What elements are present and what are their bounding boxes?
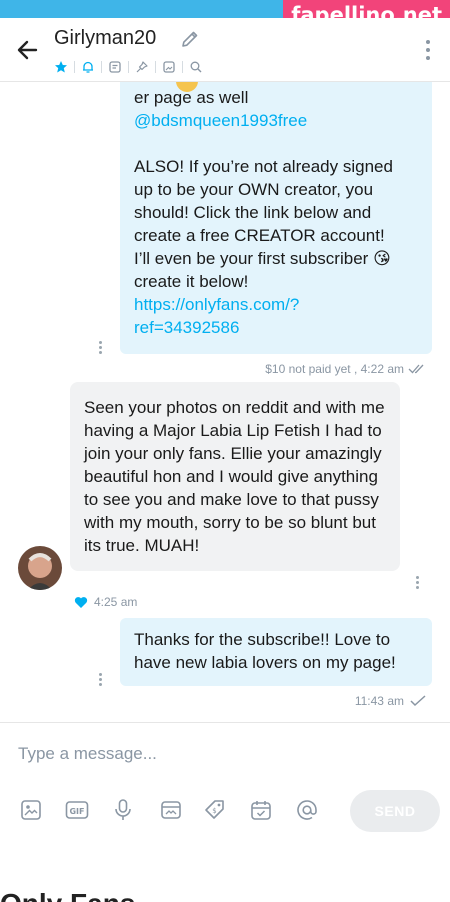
chat-subtoolbar <box>52 58 205 76</box>
media-icon[interactable] <box>160 58 178 76</box>
message-list[interactable]: er page as well @bdsmqueen1993free ALSO!… <box>0 82 450 722</box>
message-line: create a free CREATOR account! <box>134 226 385 245</box>
check-icon <box>410 695 426 707</box>
avatar[interactable] <box>18 546 62 590</box>
outgoing-message[interactable]: Thanks for the subscribe!! Love to have … <box>120 618 432 686</box>
pencil-icon[interactable] <box>180 29 200 49</box>
send-button[interactable]: SEND <box>350 790 440 832</box>
message-meta: 11:43 am <box>355 694 426 708</box>
message-options-icon[interactable] <box>99 341 103 356</box>
incoming-message[interactable]: Seen your photos on reddit and with me h… <box>70 382 400 571</box>
more-vertical-icon[interactable] <box>424 40 432 62</box>
referral-link[interactable]: https://onlyfans.com/? <box>134 293 418 316</box>
price-tag-icon[interactable]: $ <box>202 797 228 823</box>
message-line: I’ll even be your first subscriber 😘 <box>134 249 391 268</box>
search-icon[interactable] <box>187 58 205 76</box>
image-icon[interactable] <box>18 797 44 823</box>
gif-icon[interactable]: GIF <box>64 797 90 823</box>
chat-title[interactable]: Girlyman20 <box>54 27 156 50</box>
kiss-emoji: 😘 <box>373 249 391 268</box>
message-line: er page as well <box>134 88 249 107</box>
message-meta: 4:25 am <box>74 595 137 609</box>
message-line: up to be your OWN creator, you <box>134 180 374 199</box>
svg-text:$: $ <box>212 807 216 815</box>
note-icon[interactable] <box>106 58 124 76</box>
outgoing-message[interactable]: er page as well @bdsmqueen1993free ALSO!… <box>120 82 432 354</box>
message-composer: GIF $ SEND <box>0 722 450 902</box>
double-check-icon <box>408 364 424 374</box>
media-vault-icon[interactable] <box>158 797 184 823</box>
microphone-icon[interactable] <box>110 797 136 823</box>
partial-footer-text: Only Fans ... <box>0 888 166 902</box>
message-time: 11:43 am <box>354 694 404 708</box>
message-options-icon[interactable] <box>99 673 103 688</box>
mention-link[interactable]: @bdsmqueen1993free <box>134 109 418 132</box>
message-line: should! Click the link below and <box>134 203 372 222</box>
pin-icon[interactable] <box>133 58 151 76</box>
message-line: ALSO! If you’re not already signed <box>134 157 393 176</box>
price-status: $10 not paid yet , 4:22 am <box>265 362 404 376</box>
referral-link-cont[interactable]: ref=34392586 <box>134 316 418 339</box>
message-time: 4:25 am <box>94 595 138 609</box>
heart-icon[interactable] <box>74 596 88 609</box>
star-icon[interactable] <box>52 58 70 76</box>
message-input[interactable] <box>18 741 428 767</box>
message-meta: $10 not paid yet , 4:22 am <box>265 362 428 376</box>
back-button[interactable] <box>14 36 42 64</box>
calendar-icon[interactable] <box>248 797 274 823</box>
mention-icon[interactable] <box>294 797 320 823</box>
message-options-icon[interactable] <box>416 576 420 591</box>
message-line: create it below! <box>134 272 249 291</box>
chat-header: Girlyman20 <box>0 18 450 82</box>
svg-text:GIF: GIF <box>69 807 84 816</box>
bell-icon[interactable] <box>79 58 97 76</box>
arrow-left-icon <box>17 40 38 60</box>
